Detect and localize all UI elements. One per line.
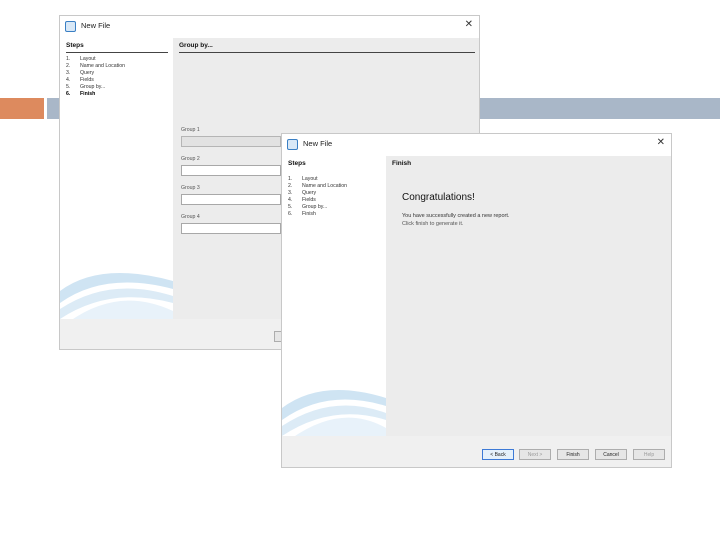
- step-item: 2. Name and Location: [288, 183, 347, 189]
- app-icon: [287, 139, 298, 150]
- step-item: 1. Layout: [288, 176, 318, 182]
- step-item: 5. Group by...: [66, 84, 106, 90]
- step-item: 1. Layout: [66, 56, 96, 62]
- dialog-title: New File: [303, 139, 333, 148]
- content-pane: Finish Congratulations! You have success…: [386, 156, 671, 438]
- group-2-combo[interactable]: [181, 165, 281, 176]
- app-icon: [65, 21, 76, 32]
- finish-hint: Click finish to generate it.: [402, 221, 464, 227]
- group-3-label: Group 3: [181, 185, 200, 191]
- steps-divider: [66, 52, 168, 53]
- content-divider: [179, 52, 475, 53]
- step-item: 5. Group by...: [288, 204, 328, 210]
- swoosh-graphic: [60, 273, 173, 321]
- help-button[interactable]: Help: [633, 449, 665, 460]
- step-item: 3. Query: [288, 190, 317, 196]
- step-item: 4. Fields: [288, 197, 316, 203]
- finish-button[interactable]: Finish: [557, 449, 589, 460]
- new-file-dialog-front: New File ✕ Steps 1. Layout 2. Name and Loc…: [281, 133, 672, 468]
- steps-heading: Steps: [288, 160, 306, 167]
- steps-list: 1. Layout 2. Name and Location 3. Query 4. F…: [66, 56, 125, 98]
- step-item: 6. Finish: [288, 211, 316, 217]
- steps-heading: Steps: [66, 42, 84, 49]
- group-4-combo[interactable]: [181, 223, 281, 234]
- step-item: 4. Fields: [66, 77, 94, 83]
- group-2-label: Group 2: [181, 156, 200, 162]
- step-item-current: 6. Finish: [66, 91, 96, 97]
- congratulations-heading: Congratulations!: [402, 192, 475, 203]
- close-icon[interactable]: ✕: [465, 19, 473, 30]
- group-4-label: Group 4: [181, 214, 200, 220]
- close-icon[interactable]: ✕: [657, 137, 665, 148]
- dialog-footer: < Back Next > Finish Cancel Help: [282, 436, 671, 467]
- success-message: You have successfully created a new repo…: [402, 213, 510, 219]
- steps-list: 1. Layout 2. Name and Location 3. Query 4. F…: [288, 176, 347, 218]
- dialog-titlebar: New File ✕: [60, 16, 479, 38]
- slide-accent-bar-left: [0, 98, 44, 119]
- step-item: 3. Query: [66, 70, 95, 76]
- cancel-button[interactable]: Cancel: [595, 449, 627, 460]
- dialog-titlebar: New File ✕: [282, 134, 671, 156]
- step-item: 2. Name and Location: [66, 63, 125, 69]
- steps-pane: Steps 1. Layout 2. Name and Location 3. Que…: [282, 156, 386, 438]
- back-button[interactable]: < Back: [482, 449, 514, 460]
- content-title: Finish: [392, 160, 412, 167]
- group-1-combo[interactable]: [181, 136, 281, 147]
- swoosh-graphic: [282, 390, 386, 438]
- group-3-combo[interactable]: [181, 194, 281, 205]
- next-button[interactable]: Next >: [519, 449, 551, 460]
- steps-pane: Steps 1. Layout 2. Name and Location 3. Que…: [60, 38, 173, 321]
- group-1-label: Group 1: [181, 127, 200, 133]
- dialog-title: New File: [81, 21, 111, 30]
- content-title: Group by...: [179, 42, 213, 49]
